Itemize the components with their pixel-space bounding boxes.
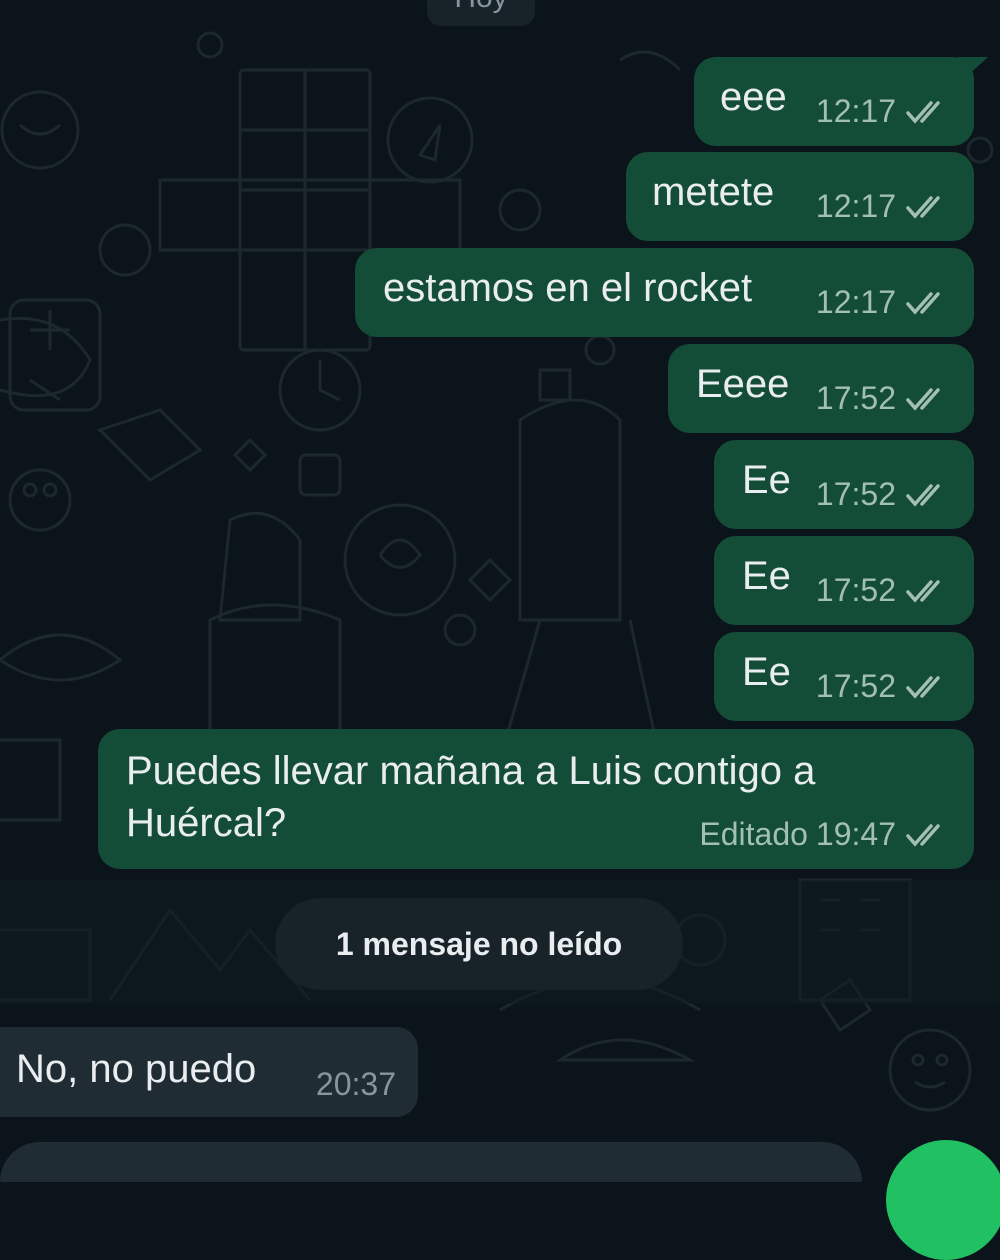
outgoing-message[interactable]: estamos en el rocket 12:17 [355, 248, 974, 337]
message-meta: 12:17 [816, 188, 948, 225]
message-time: 17:52 [815, 476, 896, 512]
double-check-icon [906, 579, 940, 603]
message-time: 17:52 [815, 380, 896, 416]
message-text: No, no puedo [16, 1047, 257, 1091]
message-text-line2: Huércal? [126, 801, 287, 845]
double-check-icon [906, 195, 940, 219]
message-time: 17:52 [815, 572, 896, 608]
message-input-bar[interactable] [0, 1142, 862, 1182]
unread-messages-banner: 1 mensaje no leído [275, 898, 683, 990]
incoming-message[interactable]: No, no puedo 20:37 [0, 1027, 418, 1117]
message-meta: 17:52 [816, 380, 948, 417]
message-text: estamos en el rocket [383, 266, 753, 310]
double-check-icon [906, 675, 940, 699]
outgoing-message[interactable]: metete 12:17 [626, 152, 974, 241]
message-time: 12:17 [815, 284, 896, 320]
send-mic-icon[interactable] [886, 1140, 1000, 1260]
double-check-icon [906, 100, 940, 124]
outgoing-message[interactable]: Ee 17:52 [714, 632, 974, 721]
message-text: Ee [742, 650, 791, 694]
outgoing-message[interactable]: Ee 17:52 [714, 536, 974, 625]
message-time: 12:17 [815, 93, 896, 129]
message-time: 17:52 [815, 668, 896, 704]
double-check-icon [906, 823, 940, 847]
outgoing-message[interactable]: Ee 17:52 [714, 440, 974, 529]
message-text-line1: Puedes llevar mañana a Luis contigo a [126, 749, 816, 793]
message-meta: 17:52 [816, 668, 948, 705]
message-time: 20:37 [315, 1066, 396, 1102]
message-text: Ee [742, 554, 791, 598]
message-text: metete [652, 170, 775, 214]
message-time: 19:47 [815, 816, 896, 852]
outgoing-message[interactable]: Eeee 17:52 [668, 344, 974, 433]
edited-label: Editado [699, 816, 808, 852]
bubble-tail-icon [958, 57, 988, 79]
message-time: 12:17 [815, 188, 896, 224]
message-meta: 12:17 [816, 284, 948, 321]
outgoing-message[interactable]: eee 12:17 [694, 57, 988, 146]
date-chip: Hoy [427, 0, 535, 26]
message-meta: 17:52 [816, 476, 948, 513]
edited-outgoing-message[interactable]: Puedes llevar mañana a Luis contigo a Hu… [98, 729, 974, 869]
message-text: Eeee [696, 362, 790, 406]
double-check-icon [906, 483, 940, 507]
message-text: eee [720, 75, 787, 119]
message-meta: Editado 19:47 [699, 816, 948, 853]
message-text: Ee [742, 458, 791, 502]
double-check-icon [906, 291, 940, 315]
message-meta: 12:17 [816, 93, 948, 130]
double-check-icon [906, 387, 940, 411]
message-meta: 17:52 [816, 572, 948, 609]
